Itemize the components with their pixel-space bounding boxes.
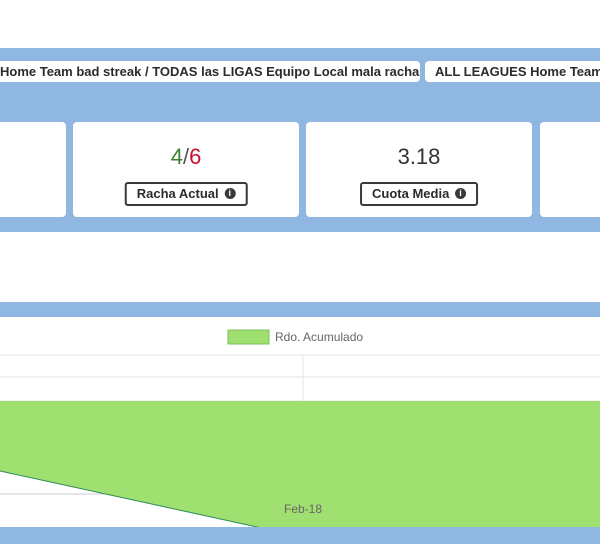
info-icon[interactable]: i xyxy=(224,188,236,200)
stat-card-streak: 4/6 Racha Actual i xyxy=(73,122,299,217)
avg-odds-value: 3.18 xyxy=(397,144,441,169)
streak-label-button[interactable]: Racha Actual i xyxy=(124,182,248,206)
legend-label: Rdo. Acumulado xyxy=(275,330,363,344)
streak-max: 6 xyxy=(189,144,202,169)
stat-card-partial-left xyxy=(0,122,66,217)
legend-swatch xyxy=(227,329,270,345)
stat-card-avg-odds: 3.18 Cuota Media i xyxy=(306,122,532,217)
streak-current: 4 xyxy=(170,144,183,169)
streak-label: Racha Actual xyxy=(136,186,219,201)
chart-container: Rdo. Acumulado Feb-18 xyxy=(0,302,600,544)
tab-all-leagues-home-team[interactable]: ALL LEAGUES Home Team xyxy=(425,61,600,82)
streak-value: 4/6 xyxy=(73,144,299,170)
stat-card-partial-right xyxy=(540,122,600,217)
avg-odds-label-button[interactable]: Cuota Media i xyxy=(360,182,478,206)
cumulative-result-chart: Rdo. Acumulado Feb-18 xyxy=(0,329,600,544)
tab-home-team-bad-streak[interactable]: Home Team bad streak / TODAS las LIGAS E… xyxy=(0,61,420,82)
chart-panel: Rdo. Acumulado Feb-18 xyxy=(0,317,600,544)
bottom-band xyxy=(0,530,600,544)
avg-odds-label: Cuota Media xyxy=(372,186,450,201)
x-tick-label: Feb-18 xyxy=(284,502,322,516)
league-tabs-bar: Home Team bad streak / TODAS las LIGAS E… xyxy=(0,48,600,94)
stats-panel: 4/6 Racha Actual i 3.18 Cuota Media i xyxy=(0,94,600,232)
info-icon[interactable]: i xyxy=(454,188,466,200)
